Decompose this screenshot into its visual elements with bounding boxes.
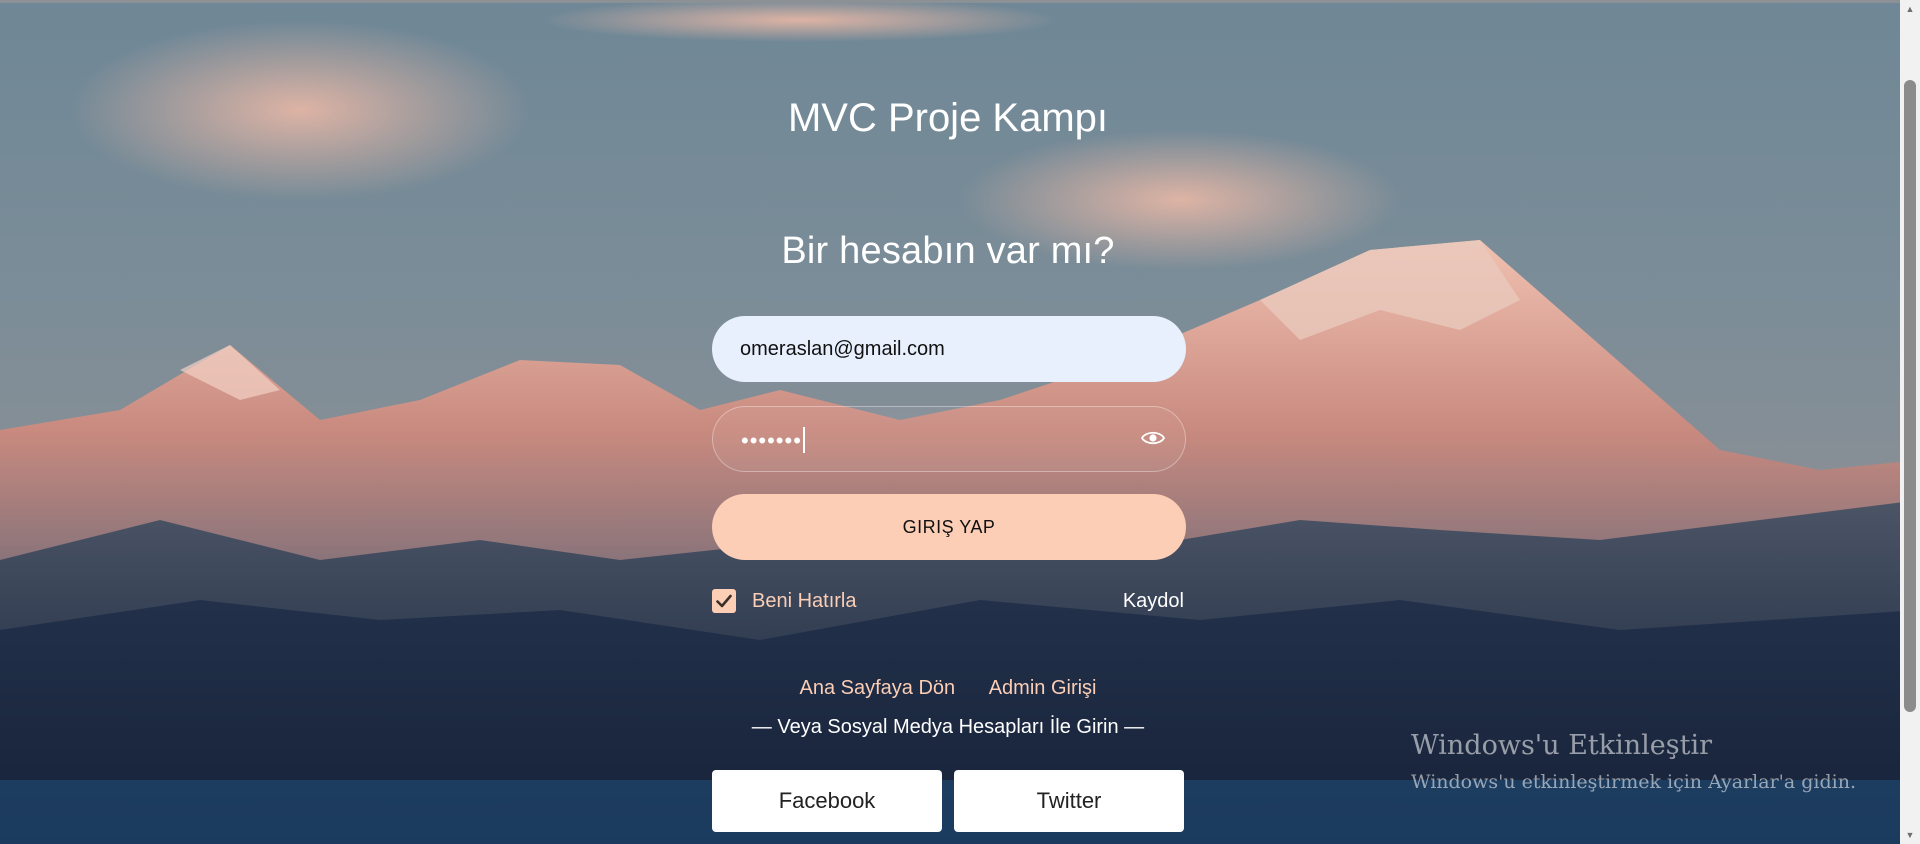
remember-checkbox[interactable] bbox=[712, 589, 736, 613]
page-title: MVC Proje Kampı bbox=[787, 96, 1109, 140]
remember-label[interactable]: Beni Hatırla bbox=[752, 590, 857, 613]
admin-login-link[interactable]: Admin Girişi bbox=[989, 677, 1097, 699]
vertical-scrollbar[interactable]: ▲ ▼ bbox=[1900, 0, 1920, 844]
password-field[interactable]: ••••••• bbox=[712, 406, 1186, 472]
email-field-wrapper bbox=[712, 316, 1186, 382]
footer-links: Ana Sayfaya Dön Admin Girişi bbox=[700, 677, 1196, 700]
login-subtitle: Bir hesabın var mı? bbox=[781, 230, 1115, 272]
email-input[interactable] bbox=[712, 316, 1186, 382]
scroll-up-arrow-icon[interactable]: ▲ bbox=[1900, 2, 1920, 16]
facebook-button[interactable]: Facebook bbox=[712, 770, 942, 832]
text-caret bbox=[802, 427, 805, 453]
check-icon bbox=[716, 594, 732, 608]
scroll-thumb[interactable] bbox=[1904, 80, 1916, 712]
home-link[interactable]: Ana Sayfaya Dön bbox=[799, 677, 955, 699]
register-link[interactable]: Kaydol bbox=[1123, 590, 1184, 613]
social-divider: — Veya Sosyal Medya Hesapları İle Girin … bbox=[751, 716, 1145, 738]
windows-activation-watermark: Windows'u Etkinleştir Windows'u etkinleş… bbox=[1411, 730, 1856, 793]
window-top-border bbox=[0, 0, 1920, 3]
login-button[interactable]: GIRIŞ YAP bbox=[712, 494, 1186, 560]
password-input[interactable]: ••••••• bbox=[741, 427, 805, 454]
twitter-button[interactable]: Twitter bbox=[954, 770, 1184, 832]
watermark-title: Windows'u Etkinleştir bbox=[1411, 730, 1713, 761]
remember-me[interactable]: Beni Hatırla bbox=[712, 588, 857, 614]
password-mask: ••••••• bbox=[741, 428, 802, 453]
watermark-subtitle: Windows'u etkinleştirmek için Ayarlar'a … bbox=[1411, 771, 1857, 793]
scroll-down-arrow-icon[interactable]: ▼ bbox=[1900, 828, 1920, 842]
eye-icon[interactable] bbox=[1141, 429, 1165, 447]
